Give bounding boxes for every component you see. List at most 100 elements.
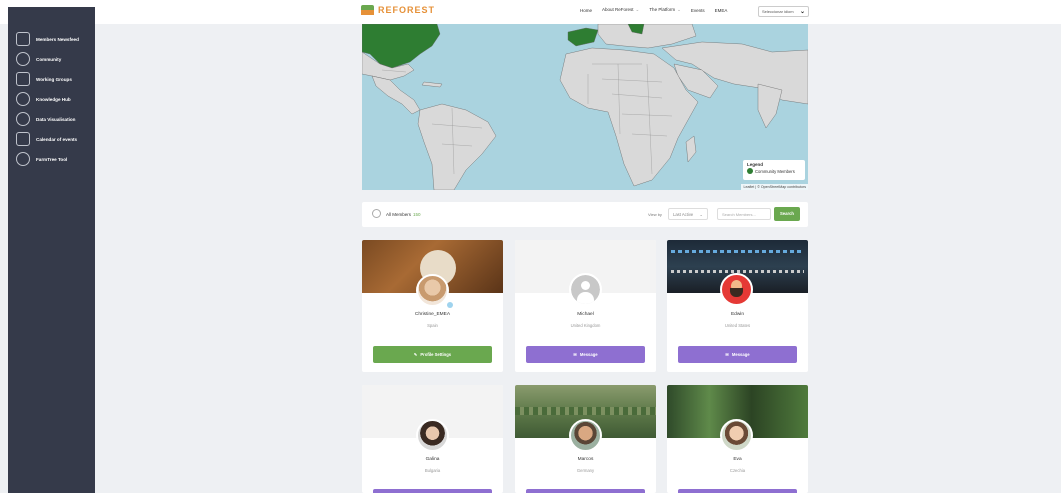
sidebar-item-label: FarmTree Tool: [36, 156, 68, 162]
nav-about[interactable]: About ReForest: [602, 7, 639, 13]
community-icon: [16, 52, 30, 66]
member-country: Spain: [427, 323, 438, 328]
member-name[interactable]: Galina: [362, 457, 503, 462]
map-attribution[interactable]: Leaflet | © OpenStreetMap contributors: [741, 184, 808, 190]
verified-icon: [447, 302, 453, 308]
all-members-label: All Members: [386, 212, 412, 217]
default-avatar-icon: [571, 275, 600, 304]
cover-pattern: [515, 407, 656, 415]
avatar-beard: [730, 288, 743, 297]
sidebar-item-working-groups[interactable]: Working Groups: [8, 69, 95, 89]
logo[interactable]: REFOREST: [361, 5, 435, 15]
map-region-iberia: [567, 27, 599, 47]
map-legend-label: Community Members: [755, 168, 795, 174]
message-button[interactable]: ✉ Message: [526, 346, 645, 363]
app: REFOREST Home About ReForest The Platfor…: [0, 0, 1061, 493]
message-button[interactable]: [373, 489, 492, 493]
members-map[interactable]: Legend Community Members Leaflet | © Ope…: [362, 24, 808, 190]
member-country: United States: [724, 323, 751, 328]
member-name[interactable]: Christine_EMEA: [362, 312, 503, 317]
sidebar-item-newsfeed[interactable]: Members Newsfeed: [8, 29, 95, 49]
sidebar-item-calendar[interactable]: Calendar of events: [8, 129, 95, 149]
avatar[interactable]: [416, 274, 449, 307]
all-members-tab[interactable]: All Members 150: [386, 212, 421, 217]
map-region-central-america: [371, 75, 421, 115]
member-country: Czechia: [729, 468, 746, 473]
nav-events[interactable]: Events: [691, 8, 705, 13]
members-filter-bar: All Members 150 View by Last Active ⌄ Sea…: [362, 202, 808, 227]
message-button[interactable]: [526, 489, 645, 493]
avatar[interactable]: [416, 419, 449, 452]
message-button[interactable]: ✉ Message: [678, 346, 797, 363]
member-card[interactable]: Michael United Kingdom ✉ Message: [515, 240, 656, 372]
member-name[interactable]: Marcos: [515, 457, 656, 462]
sort-select-value: Last Active: [673, 212, 694, 217]
sidebar-item-knowledge-hub[interactable]: Knowledge Hub: [8, 89, 95, 109]
map-region-south-america: [417, 103, 497, 190]
sidebar-item-data-visualisation[interactable]: Data Visualisation: [8, 109, 95, 129]
member-country: Bulgaria: [424, 468, 441, 473]
nav-home[interactable]: Home: [580, 8, 592, 13]
member-card[interactable]: Christine_EMEA Spain ✎ Profile Settings: [362, 240, 503, 372]
farmtree-icon: [16, 152, 30, 166]
calendar-icon: [16, 132, 30, 146]
map-region-india: [757, 83, 783, 129]
member-name[interactable]: Edwin: [667, 312, 808, 317]
sidebar-item-community[interactable]: Community: [8, 49, 95, 69]
members-icon: [372, 209, 381, 218]
sidebar-item-label: Working Groups: [36, 76, 72, 82]
legend-dot-icon: [747, 168, 753, 174]
sidebar: Members Newsfeed Community Working Group…: [8, 7, 95, 493]
profile-settings-label: Profile Settings: [420, 352, 452, 357]
language-select-value: Seleccionar idiom: [762, 9, 794, 14]
sidebar-item-label: Data Visualisation: [36, 116, 76, 122]
map-region-madagascar: [685, 135, 697, 163]
logo-mark-icon: [361, 5, 374, 15]
nav-platform[interactable]: The Platform: [649, 7, 681, 13]
member-card[interactable]: Edwin United States ✉ Message: [667, 240, 808, 372]
message-icon: ✉: [573, 352, 577, 357]
view-by-label: View by: [648, 212, 662, 217]
map-region-europe: [597, 24, 697, 49]
avatar[interactable]: [569, 273, 602, 306]
avatar[interactable]: [569, 419, 602, 452]
groups-icon: [16, 72, 30, 86]
avatar[interactable]: [720, 273, 753, 306]
map-land: [362, 24, 808, 190]
map-legend: Legend Community Members: [743, 160, 805, 180]
cover-pattern: [671, 250, 804, 253]
member-name[interactable]: Eva: [667, 457, 808, 462]
map-region-caribbean: [421, 81, 443, 88]
chevron-down-icon: ⌄: [699, 212, 703, 217]
edit-icon: ✎: [413, 352, 418, 357]
knowledge-icon: [16, 92, 30, 106]
member-card[interactable]: Galina Bulgaria: [362, 385, 503, 493]
member-name[interactable]: Michael: [515, 312, 656, 317]
chevron-down-icon: ⌄: [799, 9, 805, 15]
profile-settings-button[interactable]: ✎ Profile Settings: [373, 346, 492, 363]
map-legend-title: Legend: [747, 162, 764, 167]
main-nav: Home About ReForest The Platform Events …: [580, 7, 727, 13]
sort-select[interactable]: Last Active ⌄: [668, 208, 708, 220]
member-country: United Kingdom: [570, 323, 601, 328]
sidebar-item-label: Knowledge Hub: [36, 96, 71, 102]
sidebar-item-farmtree[interactable]: FarmTree Tool: [8, 149, 95, 169]
member-card[interactable]: Marcos Germany: [515, 385, 656, 493]
message-label: Message: [579, 352, 598, 357]
avatar[interactable]: [720, 419, 753, 452]
search-button[interactable]: Search: [774, 207, 800, 221]
sidebar-item-label: Calendar of events: [36, 136, 78, 142]
all-members-count: 150: [413, 212, 421, 217]
top-bar: REFOREST Home About ReForest The Platfor…: [0, 0, 1061, 24]
data-visualisation-icon: [16, 112, 30, 126]
message-button[interactable]: [678, 489, 797, 493]
language-select[interactable]: Seleccionar idiom ⌄: [758, 6, 809, 17]
newsfeed-icon: [16, 32, 30, 46]
member-card[interactable]: Eva Czechia: [667, 385, 808, 493]
member-country: Germany: [576, 468, 595, 473]
map-legend-item: Community Members: [747, 168, 801, 174]
search-input[interactable]: Search Members...: [717, 208, 771, 220]
nav-emea[interactable]: EMEA: [715, 8, 728, 13]
message-icon: ✉: [725, 352, 729, 357]
sidebar-item-label: Members Newsfeed: [36, 36, 79, 42]
